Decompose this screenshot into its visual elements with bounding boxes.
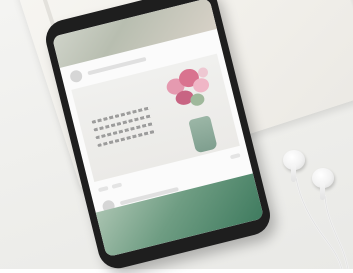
- photo-scene: [0, 0, 353, 273]
- right-earbud: [312, 168, 334, 200]
- earbud-cable: [294, 176, 350, 269]
- left-earbud: [283, 150, 305, 182]
